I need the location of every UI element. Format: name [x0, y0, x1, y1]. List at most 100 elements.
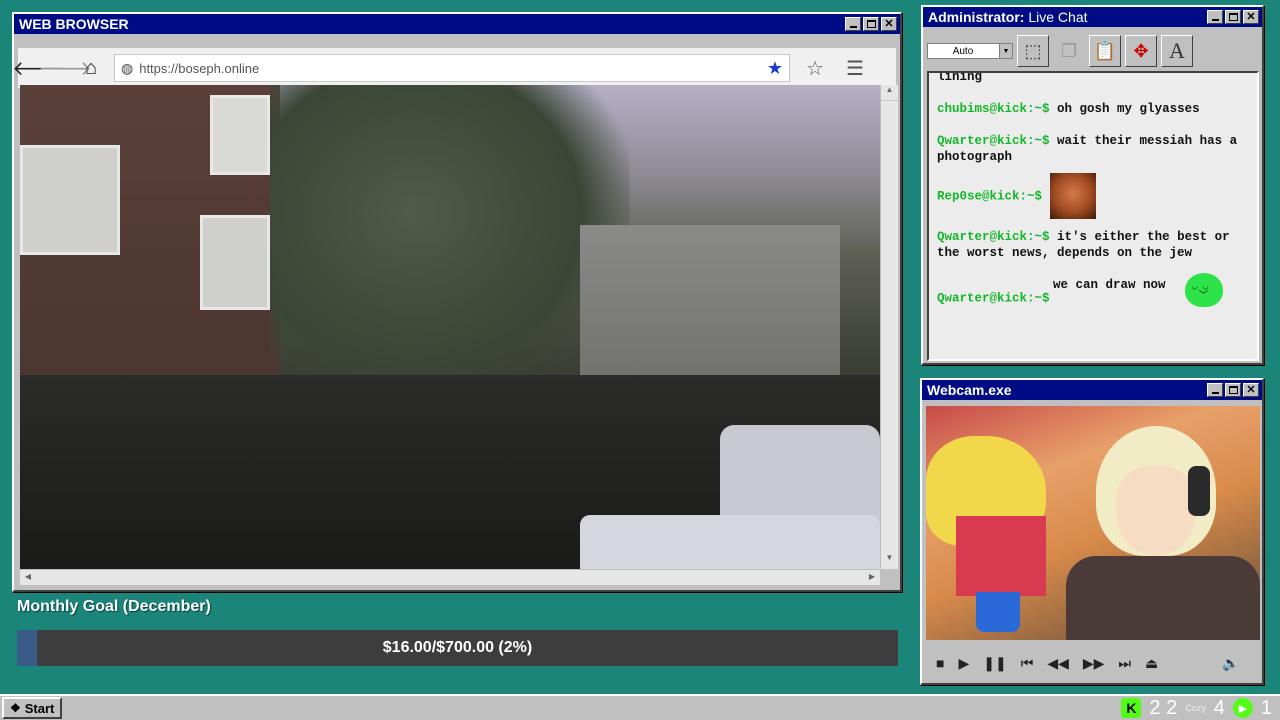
- home-button[interactable]: ⌂: [78, 55, 104, 81]
- select-tool-button[interactable]: ⬚: [1017, 35, 1049, 67]
- video-frame[interactable]: [20, 85, 880, 569]
- car: [580, 515, 880, 569]
- kick-logo-icon[interactable]: K: [1121, 698, 1142, 718]
- maximize-button[interactable]: [1225, 10, 1241, 24]
- eject-icon[interactable]: ⏏: [1145, 655, 1158, 672]
- chat-message: Qwarter@kick:~$ it's either the best or …: [937, 229, 1249, 261]
- laughing-man-emote-icon: [1049, 173, 1096, 219]
- play-icon[interactable]: ▶: [958, 655, 969, 672]
- taskbar: ❖ Start K 2 2 Cozy 4 ▶ 1: [0, 694, 1280, 720]
- minimize-icon: [849, 26, 857, 28]
- bookmark-star-icon[interactable]: ★: [767, 58, 783, 79]
- minimize-icon: [1211, 19, 1219, 21]
- minimize-button[interactable]: [1207, 383, 1223, 397]
- horizontal-scrollbar[interactable]: ◀ ▶: [20, 569, 880, 585]
- tray-cozy-label: Cozy: [1185, 703, 1206, 713]
- car: [720, 425, 880, 525]
- paste-button[interactable]: 📋: [1089, 35, 1121, 67]
- chat-message: Qwarter@kick:~$: [937, 273, 1249, 307]
- gift-box: [956, 516, 1046, 596]
- fast-forward-icon[interactable]: ▶▶: [1083, 655, 1105, 672]
- chat-text: oh gosh my glyasses: [1057, 102, 1200, 116]
- menu-button[interactable]: ☰: [840, 56, 870, 81]
- hamburger-icon: ☰: [846, 57, 864, 80]
- webcam-titlebar[interactable]: Webcam.exe ✕: [922, 380, 1262, 400]
- close-icon: ✕: [1246, 10, 1256, 23]
- mug: [976, 592, 1020, 632]
- headphones: [1188, 466, 1210, 516]
- minimize-button[interactable]: [1207, 10, 1223, 24]
- chat-title: Live Chat: [1028, 9, 1088, 25]
- star-outline-icon: ☆: [806, 57, 824, 80]
- browser-title: WEB BROWSER: [19, 16, 129, 32]
- tray-count: 4: [1213, 696, 1225, 719]
- chat-username: Qwarter@kick:~$: [937, 230, 1050, 244]
- tree: [270, 85, 630, 405]
- maximize-button[interactable]: [1225, 383, 1241, 397]
- goal-progress-bar: $16.00/$700.00 (2%): [17, 630, 898, 666]
- start-label: Start: [24, 700, 55, 716]
- copy-button[interactable]: ❐: [1053, 35, 1085, 67]
- favorites-button[interactable]: ☆: [800, 56, 830, 81]
- maximize-icon: [1228, 386, 1238, 394]
- chat-log[interactable]: lining chubims@kick:~$ oh gosh my glyass…: [927, 71, 1259, 361]
- chat-message: lining: [937, 71, 1249, 85]
- webcam-title: Webcam.exe: [927, 382, 1012, 398]
- play-circle-icon[interactable]: ▶: [1232, 698, 1253, 718]
- forward-button[interactable]: 🡒: [38, 55, 92, 81]
- previous-icon[interactable]: ⏮: [1021, 655, 1034, 672]
- tray-count: 1: [1260, 696, 1272, 719]
- pause-icon[interactable]: ❚❚: [983, 655, 1006, 672]
- close-button[interactable]: ✕: [1243, 383, 1259, 397]
- windows-logo-icon: ❖: [10, 701, 21, 715]
- avatar-sweater: [1066, 556, 1260, 640]
- chat-message: chubims@kick:~$ oh gosh my glyasses: [937, 101, 1249, 117]
- move-tool-button[interactable]: ✥: [1125, 35, 1157, 67]
- font-icon: A: [1169, 38, 1185, 63]
- webcam-feed: [926, 406, 1260, 640]
- font-size-select[interactable]: Auto ▼: [927, 43, 1013, 59]
- chat-username: Rep0se@kick:~$: [937, 189, 1043, 204]
- chat-message: Qwarter@kick:~$ wait their messiah has a…: [937, 133, 1249, 165]
- chat-message: Rep0se@kick:~$: [937, 173, 1249, 219]
- chat-toolbar: Auto ▼ ⬚ ❐ 📋 ✥ A: [925, 31, 1260, 71]
- start-button[interactable]: ❖ Start: [2, 697, 63, 719]
- next-icon[interactable]: ⏭: [1118, 655, 1131, 672]
- chat-username: Qwarter@kick:~$: [937, 291, 1050, 306]
- chat-username: chubims@kick:~$: [937, 102, 1050, 116]
- webcam-window: Webcam.exe ✕ ■ ▶ ❚❚ ⏮ ◀◀ ▶▶ ⏭ ⏏ 🔈: [920, 378, 1264, 685]
- stop-icon[interactable]: ■: [936, 655, 944, 671]
- chat-titlebar[interactable]: Administrator: Live Chat ✕: [923, 7, 1262, 27]
- minimize-button[interactable]: [845, 17, 861, 31]
- marquee-select-icon: ⬚: [1024, 40, 1042, 61]
- vertical-scrollbar[interactable]: ▲ ▼: [880, 85, 898, 569]
- chat-username: Qwarter@kick:~$: [937, 134, 1050, 148]
- tray-count: 2 2: [1149, 696, 1178, 719]
- close-icon: ✕: [1246, 383, 1256, 396]
- scroll-down-icon[interactable]: ▼: [881, 553, 898, 569]
- address-bar[interactable]: ◍ https://boseph.online ★: [114, 54, 790, 82]
- browser-titlebar[interactable]: WEB BROWSER ✕: [14, 14, 900, 34]
- close-icon: ✕: [884, 17, 894, 30]
- close-button[interactable]: ✕: [881, 17, 897, 31]
- globe-icon: ◍: [121, 59, 134, 76]
- font-size-value: Auto: [952, 45, 974, 57]
- maximize-button[interactable]: [863, 17, 879, 31]
- maximize-icon: [866, 20, 876, 28]
- rewind-icon[interactable]: ◀◀: [1047, 655, 1069, 672]
- system-tray: K 2 2 Cozy 4 ▶ 1: [1121, 696, 1272, 720]
- browser-window: WEB BROWSER ✕ 🡐 🡒 ⌂ ◍ https://boseph.onl…: [12, 12, 902, 592]
- close-button[interactable]: ✕: [1243, 10, 1259, 24]
- scroll-up-icon[interactable]: ▲: [881, 85, 898, 101]
- live-chat-window: Administrator: Live Chat ✕ Auto ▼ ⬚ ❐ 📋 …: [921, 5, 1264, 365]
- minimize-icon: [1211, 392, 1219, 394]
- scroll-left-icon[interactable]: ◀: [20, 570, 36, 584]
- home-icon: ⌂: [84, 56, 98, 79]
- scroll-right-icon[interactable]: ▶: [864, 570, 880, 584]
- volume-icon[interactable]: 🔈: [1222, 655, 1239, 672]
- font-button[interactable]: A: [1161, 35, 1193, 67]
- maximize-icon: [1228, 13, 1238, 21]
- window: [210, 95, 270, 175]
- green-blob-emote-icon: [1185, 273, 1224, 307]
- chat-text: lining: [937, 71, 983, 84]
